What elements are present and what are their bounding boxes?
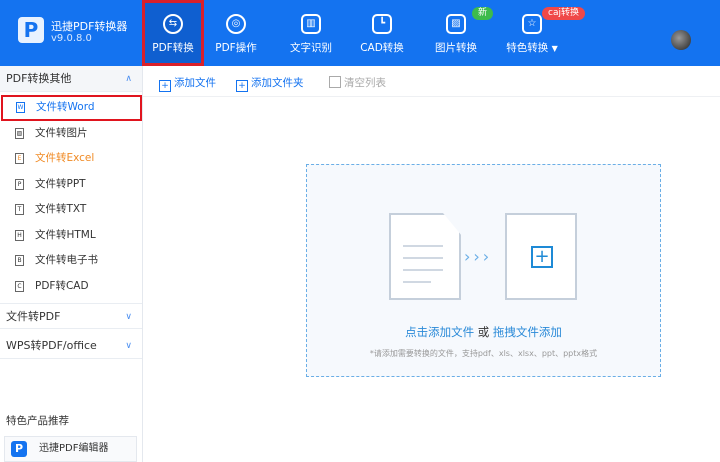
sidebar-item-pdf-to-cad[interactable]: C PDF转CAD [0, 274, 142, 300]
waveform-icon: ▥ [301, 14, 321, 34]
drag-add-text: 拖拽文件添加 [492, 325, 562, 339]
user-avatar[interactable] [671, 30, 691, 50]
document-icon [389, 213, 461, 300]
toolbar: + 添加文件 + 添加文件夹 清空列表 [143, 66, 720, 97]
convert-icon: ⇆ [163, 14, 183, 34]
file-icon: E [15, 153, 24, 164]
recommend-pdf-editor[interactable]: P 迅捷PDF编辑器 [4, 436, 137, 462]
chevron-up-icon: ∧ [125, 74, 132, 84]
supported-formats-hint: *请添加需要转换的文件，支持pdf、xls、xlsx、ppt、pptx格式 [369, 349, 598, 358]
file-icon: H [15, 229, 24, 241]
section-file-to-pdf[interactable]: 文件转PDF ∨ [0, 303, 142, 329]
chevron-down-icon: ∨ [125, 341, 132, 351]
nav-pdf-operation[interactable]: ◎ PDF操作 [205, 0, 267, 66]
click-add-link[interactable]: 点击添加文件 [405, 325, 474, 339]
dropdown-arrow-icon: ▼ [551, 44, 558, 53]
add-file-icon: + [159, 80, 171, 92]
sidebar-item-to-image[interactable]: ▨ 文件转图片 [0, 121, 142, 147]
sidebar-item-to-txt[interactable]: T 文件转TXT [0, 197, 142, 223]
app-name: 迅捷PDF转换器 [51, 20, 128, 33]
file-icon: B [15, 255, 24, 266]
nav-cad-convert[interactable]: ┗ CAD转换 [351, 0, 413, 66]
app-logo: P [18, 17, 44, 43]
top-header: P 迅捷PDF转换器 v9.0.8.0 ⇆ PDF转换 ◎ PDF操作 ▥ 文字识别 … [0, 0, 720, 66]
sidebar-item-to-excel[interactable]: E 文件转Excel [0, 146, 142, 172]
clear-list-button[interactable]: 清空列表 [329, 75, 386, 90]
section-pdf-convert-other[interactable]: PDF转换其他 ∧ [0, 66, 142, 92]
sidebar-item-to-html[interactable]: H 文件转HTML [0, 223, 142, 249]
sidebar-item-to-ebook[interactable]: B 文件转电子书 [0, 248, 142, 274]
pdf-editor-logo: P [11, 441, 27, 457]
file-icon: W [16, 102, 25, 113]
sidebar: PDF转换其他 ∧ W 文件转Word ▨ 文件转图片 E 文件转Excel P 文件转P… [0, 66, 143, 462]
add-file-button[interactable]: + 添加文件 [159, 75, 216, 92]
sidebar-item-to-ppt[interactable]: P 文件转PPT [0, 172, 142, 198]
trash-icon [329, 76, 341, 88]
sidebar-item-to-word[interactable]: W 文件转Word [1, 95, 142, 121]
chevron-down-icon: ∨ [125, 312, 132, 322]
file-icon: ▨ [15, 127, 24, 139]
file-icon: P [15, 178, 24, 190]
file-icon: C [15, 280, 24, 292]
new-badge: 新 [472, 7, 494, 20]
arrows-icon: ››› [464, 247, 493, 266]
star-refresh-icon: ☆ [522, 14, 542, 34]
add-folder-button[interactable]: + 添加文件夹 [236, 75, 304, 92]
section-wps-to-pdf[interactable]: WPS转PDF/office ∨ [0, 333, 142, 359]
file-drop-zone[interactable]: ››› + 点击添加文件 或 拖拽文件添加 *请添加需要转换的文件，支持pdf、… [306, 164, 661, 377]
recommend-title: 特色产品推荐 [6, 415, 69, 427]
add-file-box-icon: + [505, 213, 577, 300]
image-icon: ▨ [446, 14, 466, 34]
caj-badge: caj转换 [542, 7, 585, 20]
cad-icon: ┗ [372, 14, 392, 34]
file-icon: T [15, 204, 24, 215]
add-folder-icon: + [236, 80, 248, 92]
gear-icon: ◎ [226, 14, 246, 34]
app-version: v9.0.8.0 [51, 33, 92, 44]
nav-ocr[interactable]: ▥ 文字识别 [280, 0, 342, 66]
nav-pdf-convert[interactable]: ⇆ PDF转换 [142, 0, 204, 66]
